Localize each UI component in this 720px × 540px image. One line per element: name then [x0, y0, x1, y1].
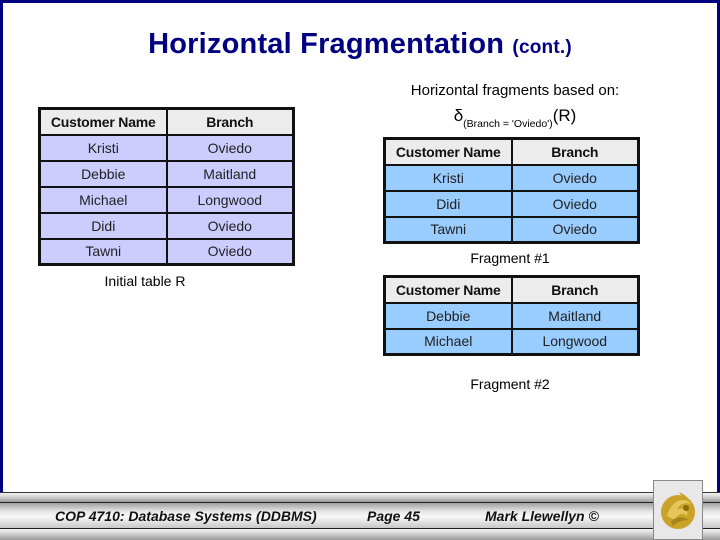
cell-customer-name: Didi [383, 189, 513, 218]
table-row: Debbie Maitland [383, 301, 640, 330]
cell-customer-name: Michael [383, 327, 513, 356]
ucf-logo [653, 480, 703, 540]
column-header-customer-name: Customer Name [383, 137, 513, 166]
footer-band-top [0, 492, 720, 502]
fragments-caption: Horizontal fragments based on: [410, 82, 620, 99]
footer-author: Mark Llewellyn © [485, 508, 599, 524]
fragment-2-caption: Fragment #2 [470, 376, 550, 392]
column-header-customer-name: Customer Name [38, 107, 168, 136]
footer-course: COP 4710: Database Systems (DDBMS) [55, 508, 317, 524]
table-header-row: Customer Name Branch [383, 275, 640, 304]
column-header-branch: Branch [165, 107, 295, 136]
slide-frame [0, 0, 720, 540]
title-suffix: (cont.) [512, 37, 572, 58]
slide-title: Horizontal Fragmentation (cont.) [0, 28, 720, 61]
cell-customer-name: Tawni [383, 215, 513, 244]
cell-customer-name: Debbie [383, 301, 513, 330]
title-main: Horizontal Fragmentation [148, 28, 505, 60]
cell-customer-name: Michael [38, 185, 168, 214]
cell-branch: Oviedo [165, 237, 295, 266]
table-row: Tawni Oviedo [38, 237, 295, 266]
cell-customer-name: Debbie [38, 159, 168, 188]
cell-branch: Oviedo [165, 211, 295, 240]
footer-page-number: Page 45 [367, 508, 420, 524]
table-row: Kristi Oviedo [38, 133, 295, 162]
cell-customer-name: Kristi [383, 163, 513, 192]
cell-branch: Longwood [510, 327, 640, 356]
cell-customer-name: Kristi [38, 133, 168, 162]
slide-footer: COP 4710: Database Systems (DDBMS) Page … [0, 492, 720, 540]
cell-branch: Oviedo [510, 189, 640, 218]
selection-condition: (Branch = 'Oviedo') [463, 118, 553, 130]
cell-branch: Oviedo [510, 215, 640, 244]
table-row: Michael Longwood [383, 327, 640, 356]
ucf-pegasus-logo-icon [661, 492, 695, 529]
column-header-branch: Branch [510, 275, 640, 304]
selection-formula: δ(Branch = 'Oviedo')(R) [380, 106, 650, 130]
table-header-row: Customer Name Branch [38, 107, 295, 136]
fragment-1-caption: Fragment #1 [470, 250, 550, 266]
cell-branch: Maitland [165, 159, 295, 188]
fragment-1-table: Customer Name Branch Kristi Oviedo Didi … [383, 137, 640, 244]
table-row: Tawni Oviedo [383, 215, 640, 244]
cell-branch: Oviedo [165, 133, 295, 162]
table-row: Debbie Maitland [38, 159, 295, 188]
cell-branch: Longwood [165, 185, 295, 214]
fragment-2-table: Customer Name Branch Debbie Maitland Mic… [383, 275, 640, 356]
table-row: Didi Oviedo [383, 189, 640, 218]
initial-table-r: Customer Name Branch Kristi Oviedo Debbi… [38, 107, 295, 266]
cell-customer-name: Didi [38, 211, 168, 240]
table-row: Kristi Oviedo [383, 163, 640, 192]
selection-relation: (R) [552, 106, 577, 125]
selection-operator: δ [453, 106, 464, 125]
table-header-row: Customer Name Branch [383, 137, 640, 166]
cell-branch: Maitland [510, 301, 640, 330]
table-row: Didi Oviedo [38, 211, 295, 240]
initial-table-caption: Initial table R [104, 273, 186, 289]
footer-band-bottom [0, 528, 720, 540]
table-row: Michael Longwood [38, 185, 295, 214]
cell-branch: Oviedo [510, 163, 640, 192]
column-header-branch: Branch [510, 137, 640, 166]
cell-customer-name: Tawni [38, 237, 168, 266]
column-header-customer-name: Customer Name [383, 275, 513, 304]
